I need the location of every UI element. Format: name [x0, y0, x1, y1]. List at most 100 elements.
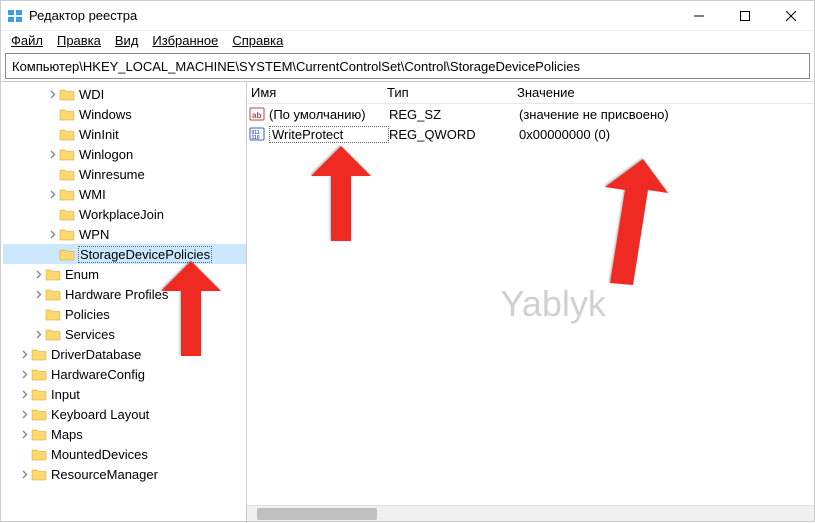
chevron-right-icon[interactable] — [17, 347, 31, 361]
tree-item-label: Winresume — [79, 167, 145, 182]
tree-item-label: Input — [51, 387, 80, 402]
tree-item[interactable]: Policies — [3, 304, 246, 324]
tree-item-label: Enum — [65, 267, 99, 282]
folder-icon — [31, 367, 47, 381]
folder-icon — [59, 147, 75, 161]
svg-text:110: 110 — [252, 135, 260, 141]
close-button[interactable] — [768, 1, 814, 31]
chevron-right-icon[interactable] — [17, 427, 31, 441]
chevron-right-icon[interactable] — [17, 387, 31, 401]
folder-icon — [59, 187, 75, 201]
tree-item-label: Maps — [51, 427, 83, 442]
tree-item-label: WDI — [79, 87, 104, 102]
col-type[interactable]: Тип — [387, 85, 517, 100]
svg-text:ab: ab — [252, 111, 261, 120]
col-name[interactable]: Имя — [247, 85, 387, 100]
address-text: Компьютер\HKEY_LOCAL_MACHINE\SYSTEM\Curr… — [12, 59, 580, 74]
tree-panel[interactable]: WDI Windows WinInit Winlogon Winresume WMI Wor… — [1, 81, 247, 523]
tree-item[interactable]: WinInit — [3, 124, 246, 144]
chevron-right-icon[interactable] — [31, 327, 45, 341]
tree-item-label: ResourceManager — [51, 467, 158, 482]
menubar: Файл Правка Вид Избранное Справка — [1, 31, 814, 51]
folder-icon — [59, 247, 75, 261]
col-value[interactable]: Значение — [517, 85, 814, 100]
list-header[interactable]: Имя Тип Значение — [247, 82, 814, 104]
tree-item[interactable]: WPN — [3, 224, 246, 244]
folder-icon — [59, 87, 75, 101]
tree-item-label: HardwareConfig — [51, 367, 145, 382]
chevron-right-icon[interactable] — [17, 407, 31, 421]
tree-item[interactable]: Maps — [3, 424, 246, 444]
tree-item[interactable]: Hardware Profiles — [3, 284, 246, 304]
binary-value-icon: 011110 — [249, 126, 267, 142]
tree-item[interactable]: DriverDatabase — [3, 344, 246, 364]
tree-item[interactable]: Windows — [3, 104, 246, 124]
tree-item[interactable]: StorageDevicePolicies — [3, 244, 246, 264]
string-value-icon: ab — [249, 106, 267, 122]
tree-item[interactable]: WorkplaceJoin — [3, 204, 246, 224]
folder-icon — [31, 467, 47, 481]
tree-item[interactable]: Winlogon — [3, 144, 246, 164]
address-bar[interactable]: Компьютер\HKEY_LOCAL_MACHINE\SYSTEM\Curr… — [5, 53, 810, 79]
window-title: Редактор реестра — [29, 8, 676, 23]
row-name: (По умолчанию) — [269, 107, 389, 122]
folder-icon — [59, 127, 75, 141]
tree-item-label: Hardware Profiles — [65, 287, 168, 302]
chevron-right-icon[interactable] — [45, 147, 59, 161]
chevron-right-icon[interactable] — [45, 87, 59, 101]
chevron-right-icon[interactable] — [31, 287, 45, 301]
tree-item[interactable]: Services — [3, 324, 246, 344]
tree-item-label: Keyboard Layout — [51, 407, 149, 422]
tree-item-label: Winlogon — [79, 147, 133, 162]
main-area: WDI Windows WinInit Winlogon Winresume WMI Wor… — [1, 81, 814, 523]
tree-item[interactable]: MountedDevices — [3, 444, 246, 464]
tree-item[interactable]: Winresume — [3, 164, 246, 184]
tree-item[interactable]: WMI — [3, 184, 246, 204]
regedit-icon — [7, 8, 23, 24]
list-panel[interactable]: Имя Тип Значение ab(По умолчанию)REG_SZ(… — [247, 81, 814, 523]
folder-icon — [31, 447, 47, 461]
row-type: REG_SZ — [389, 107, 519, 122]
tree-item-label: Services — [65, 327, 115, 342]
tree-item-label: Policies — [65, 307, 110, 322]
menu-favorites[interactable]: Избранное — [146, 32, 224, 50]
folder-icon — [31, 407, 47, 421]
folder-icon — [31, 347, 47, 361]
folder-icon — [31, 427, 47, 441]
chevron-right-icon[interactable] — [17, 467, 31, 481]
tree-item[interactable]: HardwareConfig — [3, 364, 246, 384]
tree-item[interactable]: WDI — [3, 84, 246, 104]
scrollbar-thumb[interactable] — [257, 508, 377, 520]
folder-icon — [45, 307, 61, 321]
tree-item-label: DriverDatabase — [51, 347, 141, 362]
tree-item-label: MountedDevices — [51, 447, 148, 462]
menu-help[interactable]: Справка — [226, 32, 289, 50]
menu-file[interactable]: Файл — [5, 32, 49, 50]
folder-icon — [59, 107, 75, 121]
folder-icon — [45, 267, 61, 281]
maximize-button[interactable] — [722, 1, 768, 31]
menu-edit[interactable]: Правка — [51, 32, 107, 50]
tree-item-label: WMI — [79, 187, 106, 202]
menu-view[interactable]: Вид — [109, 32, 145, 50]
folder-icon — [59, 227, 75, 241]
folder-icon — [59, 167, 75, 181]
folder-icon — [45, 287, 61, 301]
chevron-right-icon[interactable] — [31, 267, 45, 281]
list-row[interactable]: ab(По умолчанию)REG_SZ(значение не присв… — [247, 104, 814, 124]
tree-item[interactable]: Keyboard Layout — [3, 404, 246, 424]
chevron-right-icon[interactable] — [45, 227, 59, 241]
tree-item[interactable]: Enum — [3, 264, 246, 284]
list-row[interactable]: 011110WriteProtectREG_QWORD0x00000000 (0… — [247, 124, 814, 144]
tree-item[interactable]: ResourceManager — [3, 464, 246, 484]
chevron-right-icon[interactable] — [17, 367, 31, 381]
row-name: WriteProtect — [269, 126, 389, 143]
minimize-button[interactable] — [676, 1, 722, 31]
tree-item[interactable]: Input — [3, 384, 246, 404]
folder-icon — [59, 207, 75, 221]
chevron-right-icon[interactable] — [45, 187, 59, 201]
horizontal-scrollbar[interactable] — [247, 505, 814, 521]
folder-icon — [45, 327, 61, 341]
row-value: 0x00000000 (0) — [519, 127, 814, 142]
tree-item-label: Windows — [79, 107, 132, 122]
